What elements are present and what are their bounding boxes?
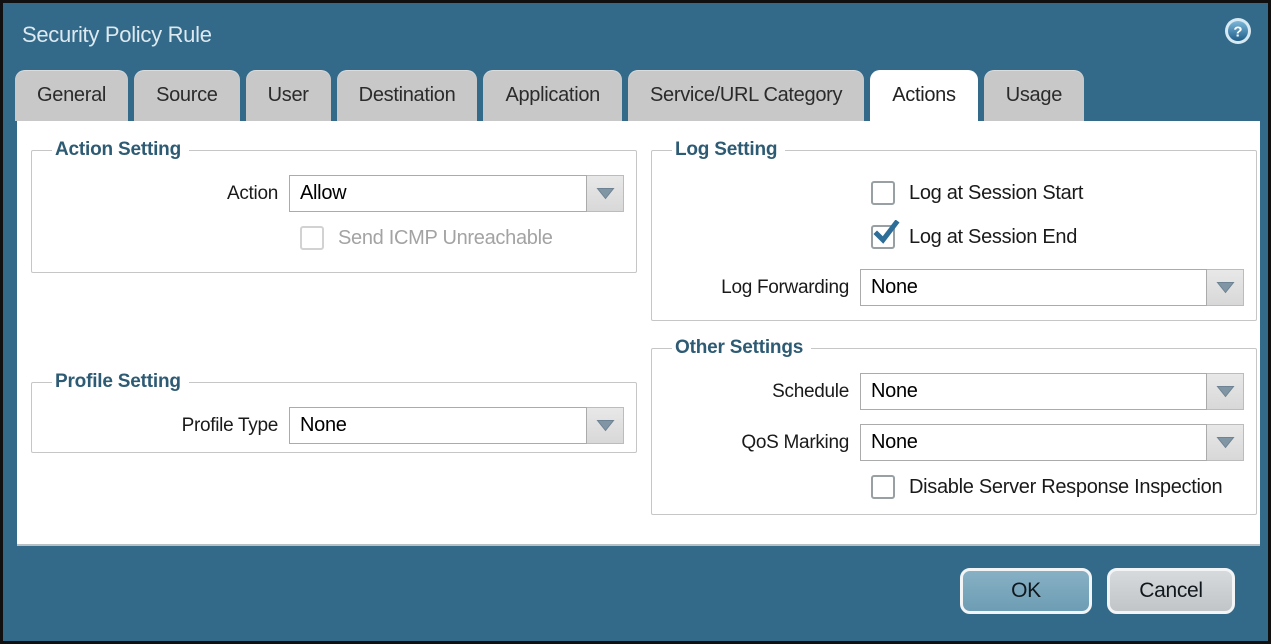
profile-type-dropdown[interactable]: None	[289, 407, 624, 444]
action-setting-legend: Action Setting	[52, 139, 189, 161]
log-forwarding-label: Log Forwarding	[664, 277, 860, 299]
schedule-dropdown-value[interactable]: None	[860, 373, 1207, 410]
qos-marking-label: QoS Marking	[664, 432, 860, 454]
action-label: Action	[44, 183, 289, 205]
profile-type-dropdown-button[interactable]	[587, 407, 624, 444]
tab-bar: General Source User Destination Applicat…	[15, 70, 1256, 121]
security-policy-rule-dialog: Security Policy Rule ? General Source Us…	[0, 0, 1271, 644]
schedule-dropdown[interactable]: None	[860, 373, 1244, 410]
title-bar: Security Policy Rule ?	[3, 3, 1268, 67]
send-icmp-label: Send ICMP Unreachable	[338, 227, 553, 250]
action-setting-group: Action Setting Action Allow	[31, 139, 637, 273]
right-column: Log Setting Log at Session Start	[651, 139, 1257, 515]
log-setting-group: Log Setting Log at Session Start	[651, 139, 1257, 321]
profile-setting-legend: Profile Setting	[52, 371, 189, 393]
disable-sri-label: Disable Server Response Inspection	[909, 476, 1222, 499]
svg-text:?: ?	[1233, 24, 1242, 41]
tab-actions[interactable]: Actions	[870, 70, 978, 121]
profile-type-label: Profile Type	[44, 415, 289, 437]
chevron-down-icon	[1216, 385, 1235, 398]
tab-user[interactable]: User	[246, 70, 331, 121]
profile-type-dropdown-value[interactable]: None	[289, 407, 587, 444]
qos-marking-dropdown-button[interactable]	[1207, 424, 1244, 461]
dialog-title: Security Policy Rule	[22, 22, 212, 48]
action-dropdown-value[interactable]: Allow	[289, 175, 587, 212]
actions-tab-panel: Action Setting Action Allow	[17, 121, 1260, 546]
qos-marking-row: QoS Marking None	[664, 424, 1244, 461]
send-icmp-checkbox[interactable]	[300, 226, 324, 250]
chevron-down-icon	[596, 419, 615, 432]
other-settings-group: Other Settings Schedule None QoS Marking	[651, 337, 1257, 515]
qos-marking-dropdown[interactable]: None	[860, 424, 1244, 461]
disable-sri-checkbox[interactable]	[871, 475, 895, 499]
action-dropdown[interactable]: Allow	[289, 175, 624, 212]
qos-marking-dropdown-value[interactable]: None	[860, 424, 1207, 461]
send-icmp-row: Send ICMP Unreachable	[300, 226, 624, 250]
left-column: Action Setting Action Allow	[31, 139, 637, 453]
tab-service-url-category[interactable]: Service/URL Category	[628, 70, 864, 121]
help-icon[interactable]: ?	[1224, 17, 1252, 45]
tab-source[interactable]: Source	[134, 70, 240, 121]
other-settings-legend: Other Settings	[672, 337, 811, 359]
tab-application[interactable]: Application	[483, 70, 622, 121]
log-session-start-checkbox[interactable]	[871, 181, 895, 205]
log-session-start-label: Log at Session Start	[909, 182, 1083, 205]
profile-type-row: Profile Type None	[44, 407, 624, 444]
schedule-dropdown-button[interactable]	[1207, 373, 1244, 410]
log-session-end-row: Log at Session End	[871, 225, 1244, 249]
disable-sri-row: Disable Server Response Inspection	[871, 475, 1244, 499]
schedule-label: Schedule	[664, 381, 860, 403]
chevron-down-icon	[596, 187, 615, 200]
log-forwarding-dropdown[interactable]: None	[860, 269, 1244, 306]
ok-button[interactable]: OK	[960, 568, 1092, 614]
checkmark-icon	[873, 220, 900, 247]
schedule-row: Schedule None	[664, 373, 1244, 410]
log-session-start-row: Log at Session Start	[871, 181, 1244, 205]
action-dropdown-button[interactable]	[587, 175, 624, 212]
tab-destination[interactable]: Destination	[337, 70, 478, 121]
log-setting-legend: Log Setting	[672, 139, 785, 161]
profile-setting-group: Profile Setting Profile Type None	[31, 371, 637, 453]
log-forwarding-dropdown-button[interactable]	[1207, 269, 1244, 306]
tab-general[interactable]: General	[15, 70, 128, 121]
log-session-end-checkbox[interactable]	[871, 225, 895, 249]
chevron-down-icon	[1216, 436, 1235, 449]
chevron-down-icon	[1216, 281, 1235, 294]
cancel-button[interactable]: Cancel	[1107, 568, 1235, 614]
log-session-end-label: Log at Session End	[909, 226, 1077, 249]
tab-usage[interactable]: Usage	[984, 70, 1084, 121]
log-forwarding-row: Log Forwarding None	[664, 269, 1244, 306]
log-forwarding-dropdown-value[interactable]: None	[860, 269, 1207, 306]
action-row: Action Allow	[44, 175, 624, 212]
